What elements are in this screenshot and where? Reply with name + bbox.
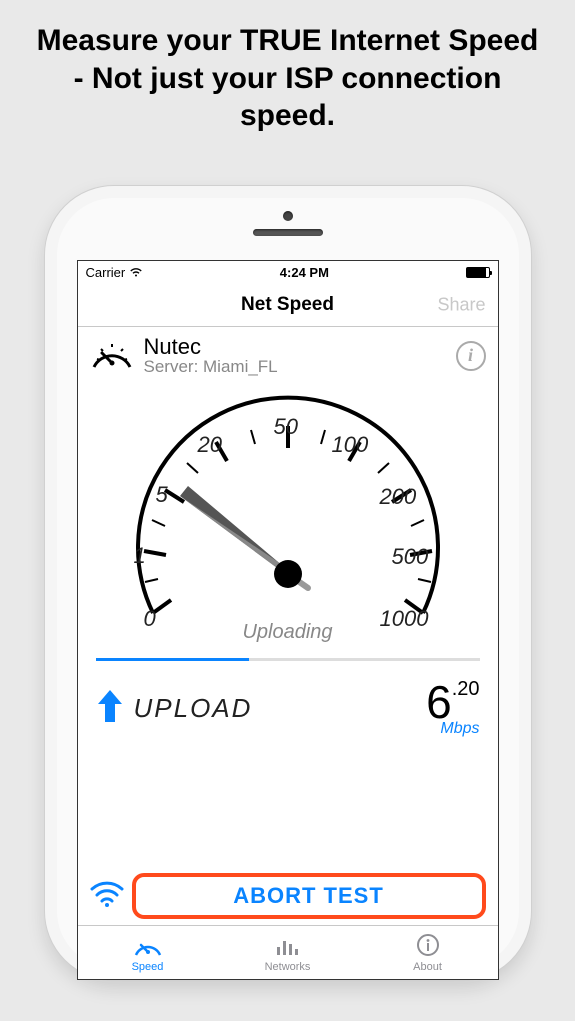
tab-networks[interactable]: Networks: [218, 926, 358, 979]
gauge-icon: [133, 933, 163, 960]
gauge-tick-200: 200: [380, 484, 417, 510]
gauge-tick-50: 50: [274, 414, 298, 440]
gauge-tick-5: 5: [156, 482, 168, 508]
gauge-tick-0: 0: [144, 606, 156, 632]
status-time: 4:24 PM: [280, 265, 329, 280]
carrier-label: Carrier: [86, 265, 126, 280]
phone-mockup: Carrier 4:24 PM Net Speed Share: [44, 185, 532, 981]
gauge-tick-1000: 1000: [380, 606, 429, 632]
wifi-icon: [90, 881, 124, 912]
tab-about[interactable]: About: [358, 926, 498, 979]
promo-headline: Measure your TRUE Internet Speed - Not j…: [0, 0, 575, 163]
tab-label: About: [413, 961, 442, 973]
gauge-tick-1: 1: [134, 543, 146, 569]
upload-readout: UPLOAD 6.20 Mbps: [78, 661, 498, 737]
tab-label: Networks: [265, 961, 311, 973]
gauge-tick-20: 20: [198, 432, 222, 458]
page-title: Net Speed: [241, 294, 334, 316]
upload-label: UPLOAD: [134, 693, 427, 724]
provider-row: Nutec Server: Miami_FL i: [78, 327, 498, 378]
progress-fill: [96, 658, 250, 661]
battery-icon: [466, 267, 490, 278]
nav-bar: Net Speed Share: [78, 283, 498, 327]
upload-arrow-icon: [96, 690, 124, 727]
phone-camera: [283, 211, 293, 221]
provider-name: Nutec: [144, 335, 446, 358]
provider-server: Server: Miami_FL: [144, 358, 446, 376]
bars-icon: [273, 933, 303, 960]
abort-test-button[interactable]: ABORT TEST: [132, 873, 486, 919]
info-icon[interactable]: i: [456, 341, 486, 371]
gauge-icon: [90, 335, 134, 376]
speed-gauge: 0 1 5 20 50 100 200 500 1000 Uploading: [78, 378, 498, 658]
wifi-icon: [129, 265, 143, 280]
info-icon: [416, 933, 440, 960]
gauge-tick-100: 100: [332, 432, 369, 458]
gauge-tick-500: 500: [392, 544, 429, 570]
phone-speaker: [253, 229, 323, 236]
tab-label: Speed: [132, 961, 164, 973]
share-button[interactable]: Share: [437, 294, 485, 315]
status-bar: Carrier 4:24 PM: [78, 261, 498, 283]
app-screen: Carrier 4:24 PM Net Speed Share: [77, 260, 499, 980]
tab-bar: Speed Networks About: [78, 925, 498, 979]
progress-bar: [96, 658, 480, 661]
tab-speed[interactable]: Speed: [78, 926, 218, 979]
upload-value-dec: .20: [452, 678, 480, 700]
gauge-status-label: Uploading: [242, 621, 332, 644]
